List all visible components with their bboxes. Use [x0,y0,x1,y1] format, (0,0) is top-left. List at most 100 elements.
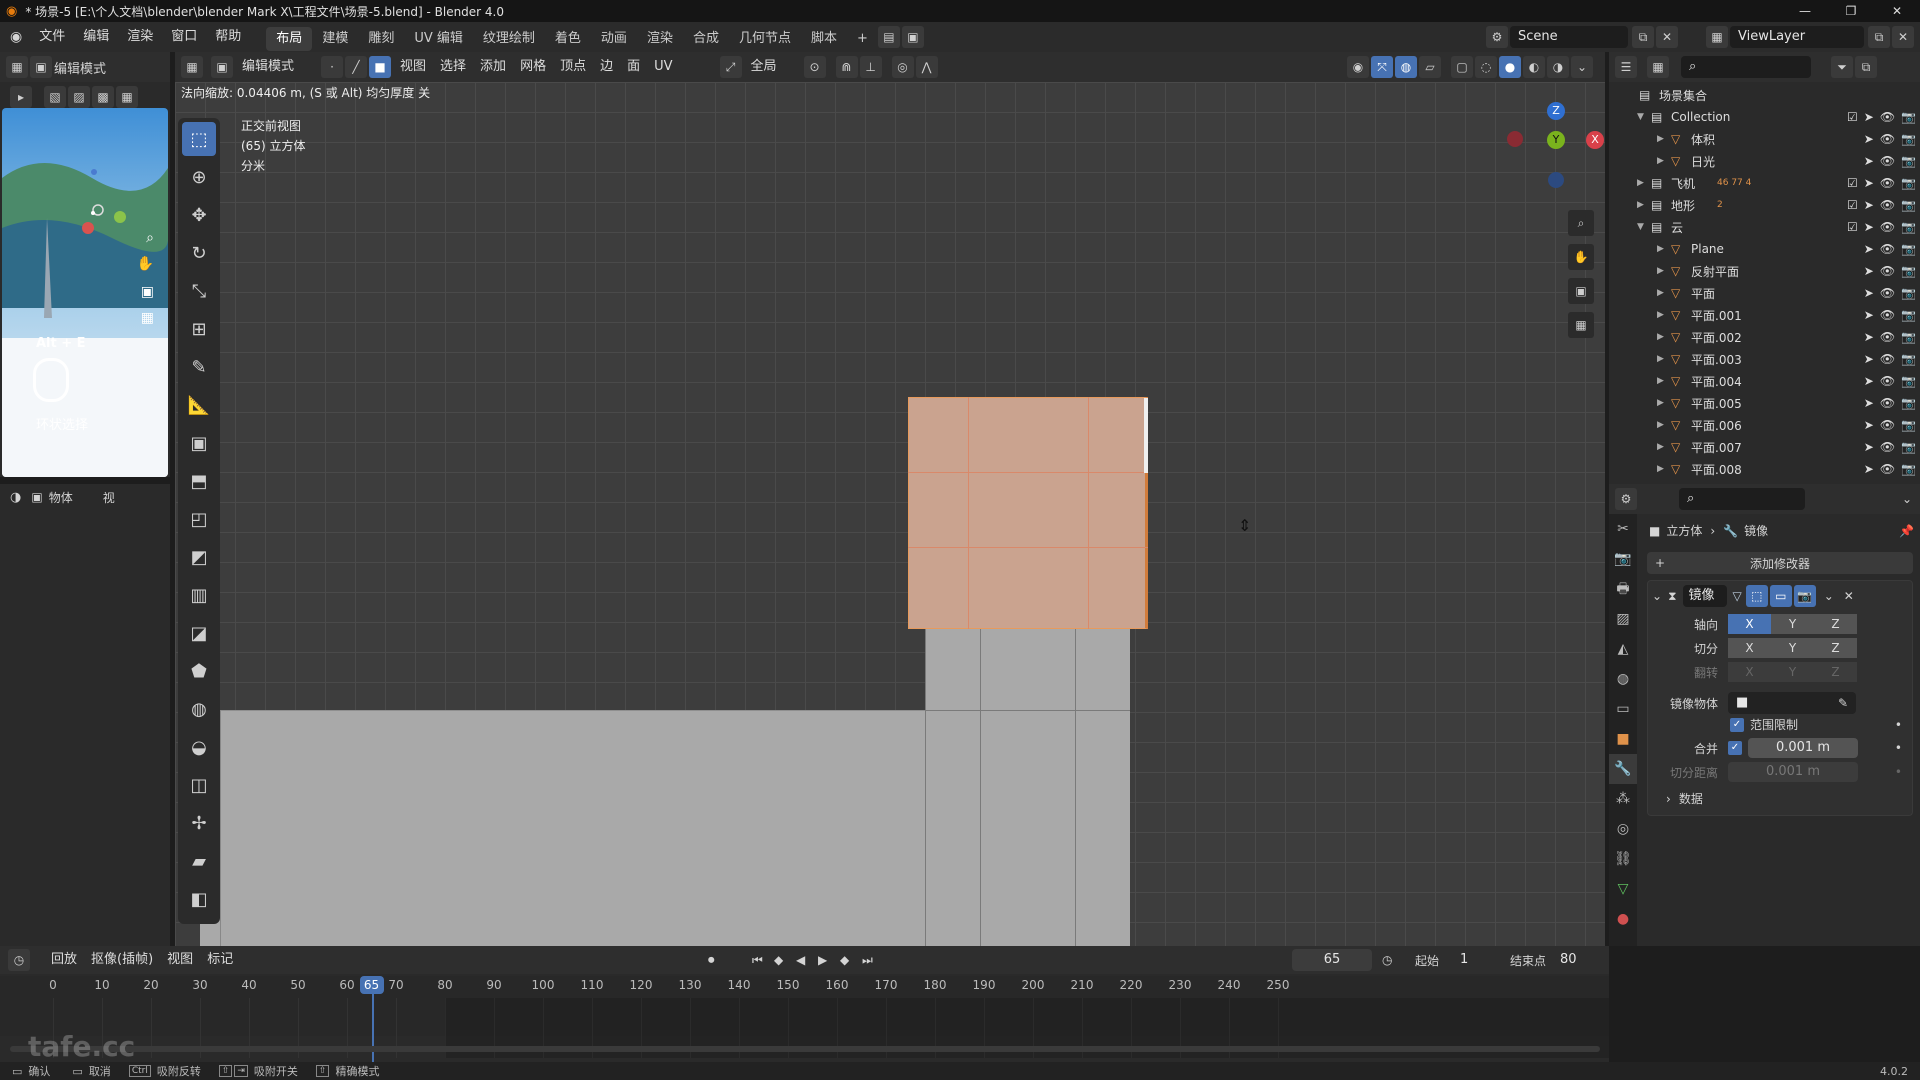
workspace-icon-a[interactable]: ▤ [877,26,900,48]
outliner-item[interactable]: ▶▽日光☑➤👁📷 [1609,150,1920,172]
outliner-item[interactable]: ▶▽平面.005☑➤👁📷 [1609,392,1920,414]
edit-mode-display-icon[interactable]: ▽ [1733,589,1742,603]
visibility-toggle-icon[interactable]: 👁 [1880,462,1895,476]
bevel-tool-icon[interactable]: ◩ [182,540,216,574]
menu-view[interactable]: 视图 [393,52,433,82]
playhead-line[interactable] [371,994,374,1064]
visibility-toggle-icon[interactable]: 👁 [1880,396,1895,410]
scene-icon[interactable]: ⚙ [1486,26,1508,48]
render-toggle-icon[interactable]: 📷 [1901,176,1916,190]
axis-y-toggle[interactable]: Y [1771,614,1814,634]
timeline-editor-icon[interactable]: ◷ [8,949,30,971]
menu-add[interactable]: 添加 [473,52,513,82]
outliner-item[interactable]: ▶▽平面.001☑➤👁📷 [1609,304,1920,326]
object-label[interactable]: 物体 [49,489,73,506]
shrink-fatten-tool-icon[interactable]: ✢ [182,806,216,840]
scene-selector[interactable]: Scene [1510,26,1628,48]
selectable-toggle-icon[interactable]: ➤ [1864,198,1874,212]
editor-type-icon[interactable]: ▦ [6,56,28,78]
render-toggle-icon[interactable]: 📷 [1901,352,1916,366]
checkbox-toggle-icon[interactable]: ☑ [1847,110,1858,124]
outliner-item[interactable]: ▶▽反射平面☑➤👁📷 [1609,260,1920,282]
outliner-root-row[interactable]: ▤ 场景集合 [1609,84,1920,106]
select-mode-a-icon[interactable]: ▧ [44,86,66,108]
new-scene-icon[interactable]: ⧉ [1632,26,1654,48]
tab-shading[interactable]: 着色 [545,27,591,51]
selectable-toggle-icon[interactable]: ➤ [1864,352,1874,366]
outliner-item[interactable]: ▼ ▤ Collection ☑ ➤ 👁 📷 [1609,106,1920,128]
expand-arrow-icon[interactable]: ▶ [1637,178,1644,188]
flip-y-toggle[interactable]: Y [1771,662,1814,682]
overlay-icon[interactable]: ◍ [1395,56,1417,78]
gizmo-z-axis[interactable]: Z [1547,102,1565,120]
annotate-tool-icon[interactable]: ✎ [182,350,216,384]
selectable-toggle-icon[interactable]: ➤ [1864,330,1874,344]
outliner-item[interactable]: ▶ ▤ 地形 2 ☑ ➤ 👁 📷 [1609,194,1920,216]
select-box-tool-icon[interactable]: ⬚ [182,122,216,156]
object-type-icon[interactable]: ▣ [31,490,42,504]
material-tab-icon[interactable]: ● [1609,904,1637,934]
collapse-icon[interactable]: ⌄ [1652,589,1662,603]
pivot-icon[interactable]: ⊙ [803,56,826,78]
pin-icon[interactable]: 📌 [1899,524,1914,538]
bisect-y-toggle[interactable]: Y [1771,638,1814,658]
render-toggle-icon[interactable]: 📷 [1901,374,1916,388]
visibility-toggle-icon[interactable]: 👁 [1880,264,1895,278]
edge-select-icon[interactable]: ╱ [345,56,368,78]
snap-icon[interactable]: ⋒ [835,56,858,78]
proportional-edit-icon[interactable]: ◎ [891,56,914,78]
camera-view-icon[interactable]: ▣ [1568,278,1594,304]
viewport-display-icon[interactable]: ▭ [1769,585,1792,607]
tab-scripting[interactable]: 脚本 [801,27,847,51]
mesh-overlay-icon[interactable]: ▱ [1419,56,1441,78]
render-toggle-icon[interactable]: 📷 [1901,132,1916,146]
gizmo-y-axis[interactable]: Y [1547,131,1565,149]
expand-arrow-icon[interactable]: ▶ [1657,376,1664,386]
display-mode-icon[interactable]: ▦ [1647,56,1669,78]
visibility-icon[interactable]: ◉ [1347,56,1369,78]
visibility-toggle-icon[interactable]: 👁 [1880,176,1895,190]
merge-distance-field[interactable]: 0.001 m [1748,738,1858,758]
gizmo-x-axis[interactable]: X [1586,131,1604,149]
select-mode-b-icon[interactable]: ▨ [68,86,90,108]
outliner-editor-icon[interactable]: ☰ [1615,56,1637,78]
menu-file[interactable]: 文件 [30,22,74,52]
visibility-toggle-icon[interactable]: 👁 [1880,440,1895,454]
selectable-toggle-icon[interactable]: ➤ [1864,462,1874,476]
3d-viewport[interactable]: 法向缩放: 0.04406 m, (S 或 Alt) 均匀厚度 关 正交前视图 … [175,82,1605,946]
merge-keyframe-icon[interactable]: • [1895,741,1902,755]
timeline-menu-keying[interactable]: 抠像(插帧) [84,945,160,975]
flip-x-toggle[interactable]: X [1728,662,1771,682]
tab-rendering[interactable]: 渲染 [637,27,683,51]
current-frame-field[interactable]: 65 [1292,949,1372,971]
transform-orientation-icon[interactable]: ⤢ [719,56,742,78]
render-tab-icon[interactable]: 📷 [1609,544,1637,574]
start-frame-field[interactable]: 1 [1460,949,1480,971]
render-toggle-icon[interactable]: 📷 [1901,198,1916,212]
selectable-toggle-icon[interactable]: ➤ [1864,132,1874,146]
modifier-tab-icon[interactable]: 🔧 [1609,754,1637,784]
selectable-toggle-icon[interactable]: ➤ [1864,176,1874,190]
selectable-toggle-icon[interactable]: ➤ [1864,396,1874,410]
expand-arrow-icon[interactable]: ▶ [1657,464,1664,474]
add-workspace-button[interactable]: + [847,27,878,51]
selectable-toggle-icon[interactable]: ➤ [1864,286,1874,300]
view-layer-tab-icon[interactable]: ▨ [1609,604,1637,634]
visibility-toggle-icon[interactable]: 👁 [1880,330,1895,344]
expand-arrow-icon[interactable]: ▶ [1657,134,1664,144]
vertex-select-icon[interactable]: · [321,56,344,78]
properties-options-icon[interactable]: ⌄ [1902,492,1912,506]
new-view-layer-icon[interactable]: ⧉ [1868,26,1890,48]
visibility-toggle-icon[interactable]: 👁 [1880,198,1895,212]
visibility-toggle-icon[interactable]: 👁 [1880,154,1895,168]
cursor-tool-icon[interactable]: ⊕ [182,160,216,194]
visibility-toggle-icon[interactable]: 👁 [1880,374,1895,388]
outliner-item[interactable]: ▶▽平面.002☑➤👁📷 [1609,326,1920,348]
edit-mode-icon[interactable]: ▣ [211,56,233,78]
tab-modeling[interactable]: 建模 [312,27,358,51]
checkbox-toggle-icon[interactable]: ☑ [1847,198,1858,212]
outliner-item[interactable]: ▶▽平面.007☑➤👁📷 [1609,436,1920,458]
workspace-icon-b[interactable]: ▣ [901,26,924,48]
tool-tab-icon[interactable]: ✂ [1609,514,1637,544]
menu-vertex[interactable]: 顶点 [553,52,593,82]
